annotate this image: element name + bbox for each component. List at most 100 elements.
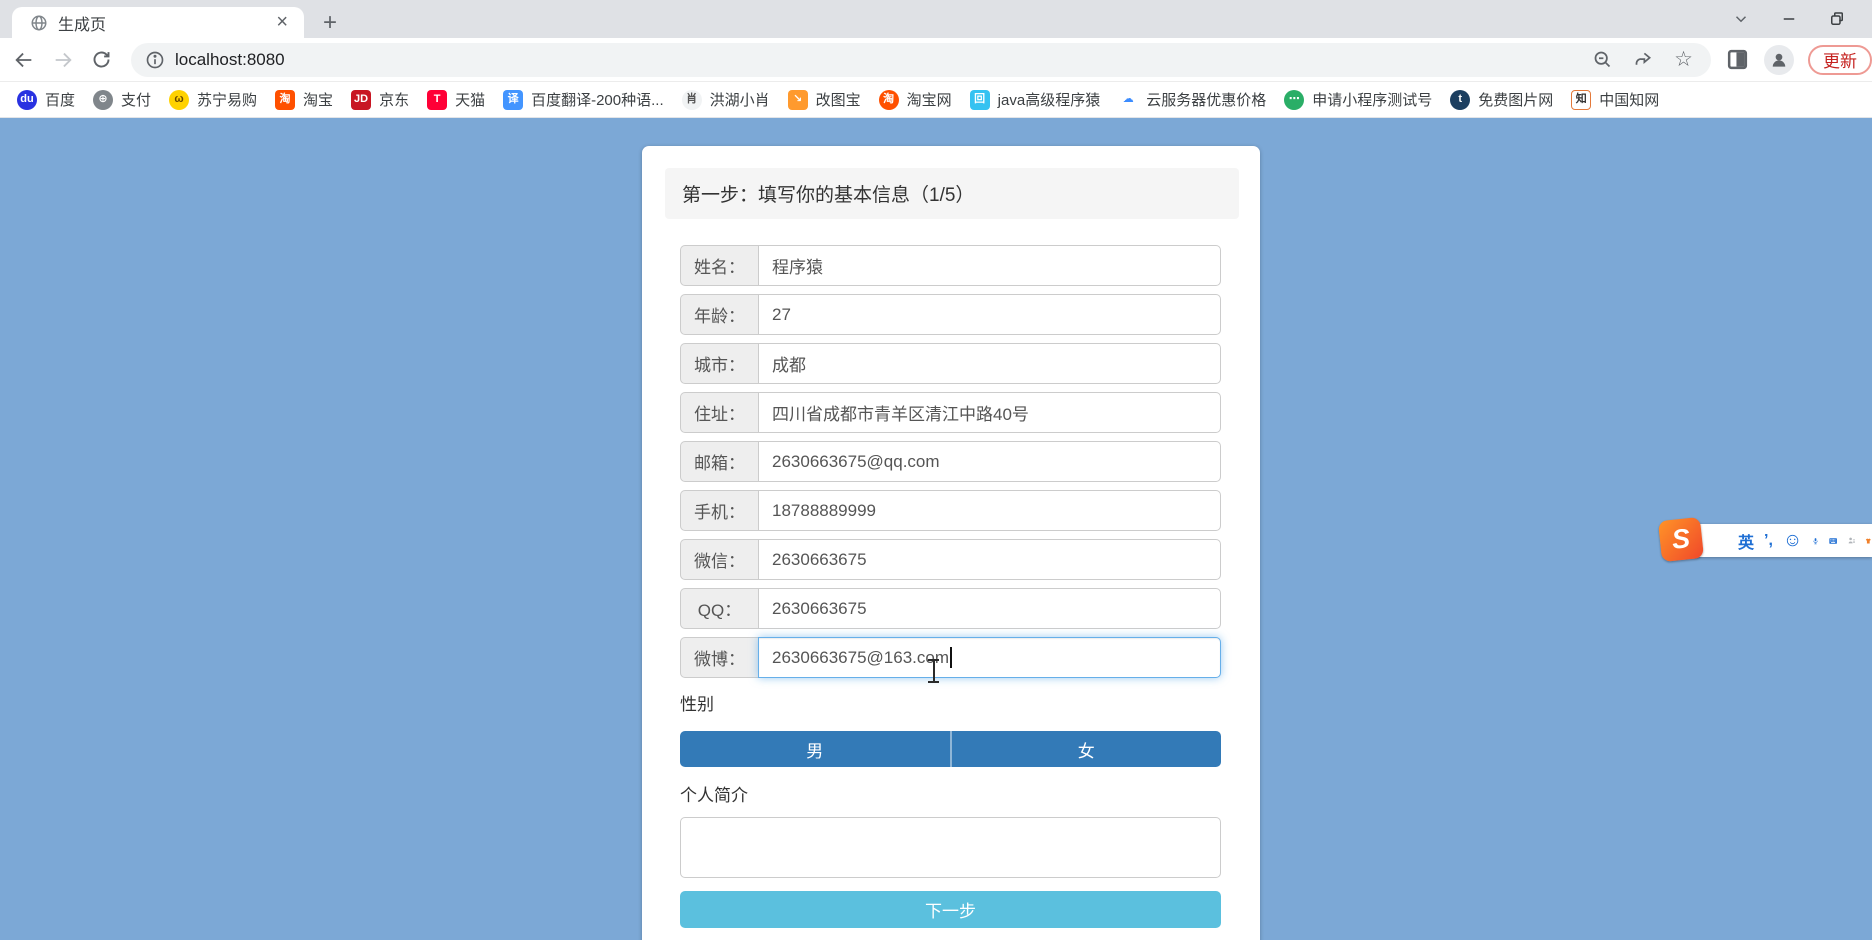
gender-label: 性别 xyxy=(680,695,714,714)
person-icon xyxy=(1772,53,1786,67)
field-label: 微信： xyxy=(680,539,758,580)
ime-emoji-icon[interactable]: ☺ xyxy=(1783,530,1802,552)
forward-button[interactable] xyxy=(47,43,78,77)
bookmark-item[interactable]: 肖 洪湖小肖 xyxy=(673,86,779,113)
field-input[interactable]: 程序猿 xyxy=(758,245,1221,286)
update-chrome-button[interactable]: 更新 xyxy=(1808,44,1872,75)
bookmark-item[interactable]: ⊕ 支付 xyxy=(84,86,160,113)
ime-skin-icon[interactable] xyxy=(1865,532,1872,550)
field-input[interactable]: 2630663675 xyxy=(758,539,1221,580)
bookmark-item[interactable]: ☁ 云服务器优惠价格 xyxy=(1109,86,1275,113)
bookmark-label: 淘宝 xyxy=(303,92,334,109)
bookmark-item[interactable]: ω 苏宁易购 xyxy=(160,86,266,113)
bookmark-favicon: 淘 xyxy=(878,89,899,110)
reload-button[interactable] xyxy=(86,43,117,77)
gender-option-button[interactable]: 男 xyxy=(680,731,950,767)
ime-punctuation-icon[interactable]: ’, xyxy=(1764,532,1773,550)
field-input[interactable]: 四川省成都市青羊区清江中路40号 xyxy=(758,392,1221,433)
ime-language-mode[interactable]: 英 xyxy=(1738,529,1754,553)
gender-option-button[interactable]: 女 xyxy=(949,731,1221,767)
bookmark-item[interactable]: 淘 淘宝网 xyxy=(870,86,961,113)
bookmark-label: 洪湖小肖 xyxy=(709,92,770,109)
bookmark-item[interactable]: ↘ 改图宝 xyxy=(779,86,870,113)
bookmark-label: 中国知网 xyxy=(1599,92,1660,109)
tab-search-chevron-icon[interactable] xyxy=(1732,10,1750,28)
bookmark-favicon: 译 xyxy=(503,89,524,110)
bio-textarea[interactable] xyxy=(680,817,1221,878)
share-icon[interactable] xyxy=(1633,49,1654,70)
bookmark-favicon: ⊕ xyxy=(93,89,114,110)
form-field-row: 城市： 成都 xyxy=(680,343,1221,384)
bookmark-favicon: ⋯ xyxy=(1284,89,1305,110)
back-arrow-icon xyxy=(14,52,31,67)
bookmark-label: 申请小程序测试号 xyxy=(1312,92,1433,109)
ime-account-icon[interactable] xyxy=(1848,532,1856,549)
field-input[interactable]: 2630663675 xyxy=(758,588,1221,629)
bookmark-item[interactable]: 译 百度翻译-200种语... xyxy=(494,86,673,113)
bookmark-item[interactable]: T 天猫 xyxy=(418,86,494,113)
field-value: 18788889999 xyxy=(772,500,877,520)
bookmark-item[interactable]: 淘 淘宝 xyxy=(266,86,342,113)
bookmark-item[interactable]: JD 京东 xyxy=(342,86,418,113)
new-tab-button[interactable]: + xyxy=(316,9,344,37)
bookmark-item[interactable]: ⋯ 申请小程序测试号 xyxy=(1275,86,1441,113)
form-card: 第一步：填写你的基本信息（1/5） 姓名： 程序猿 年龄： 27 城市： 成都 … xyxy=(642,146,1260,940)
bookmark-label: java高级程序猿 xyxy=(997,92,1101,109)
ime-toolbar: S 英 ’, ☺ xyxy=(1657,516,1872,563)
field-value: 2630663675 xyxy=(772,598,867,618)
field-label: 手机： xyxy=(680,490,758,531)
form-field-row: 手机： 18788889999 xyxy=(680,490,1221,531)
browser-tab[interactable]: 生成页 × xyxy=(12,7,304,38)
field-value: 成都 xyxy=(772,356,806,375)
bookmark-favicon: ☁ xyxy=(1118,89,1139,110)
back-button[interactable] xyxy=(8,43,39,77)
field-label: 邮箱： xyxy=(680,441,758,482)
form-field-row: 邮箱： 2630663675@qq.com xyxy=(680,441,1221,482)
field-value: 程序猿 xyxy=(772,258,823,277)
field-input[interactable]: 2630663675@163.com xyxy=(758,637,1221,678)
bookmark-label: 天猫 xyxy=(455,92,486,109)
bookmark-favicon: 肖 xyxy=(681,89,702,110)
ime-microphone-icon[interactable] xyxy=(1812,532,1819,550)
address-url[interactable]: localhost:8080 xyxy=(175,50,1592,70)
zoom-out-icon[interactable] xyxy=(1592,49,1613,70)
sogou-logo-icon[interactable]: S xyxy=(1657,516,1705,563)
bookmark-label: 云服务器优惠价格 xyxy=(1146,92,1267,109)
field-input[interactable]: 18788889999 xyxy=(758,490,1221,531)
bookmark-item[interactable]: 知 中国知网 xyxy=(1562,86,1668,113)
site-info-icon[interactable] xyxy=(141,46,169,74)
page-content: 第一步：填写你的基本信息（1/5） 姓名： 程序猿 年龄： 27 城市： 成都 … xyxy=(0,118,1872,940)
tab-strip: 生成页 × + xyxy=(0,0,1872,38)
bookmark-item[interactable]: 回 java高级程序猿 xyxy=(961,86,1110,113)
reload-icon xyxy=(93,51,110,68)
bookmark-label: 京东 xyxy=(379,92,410,109)
field-input[interactable]: 成都 xyxy=(758,343,1221,384)
restore-window-icon[interactable] xyxy=(1828,10,1846,28)
profile-avatar[interactable] xyxy=(1764,44,1794,75)
side-panel-icon[interactable] xyxy=(1725,47,1750,72)
field-input[interactable]: 2630663675@qq.com xyxy=(758,441,1221,482)
bio-label: 个人简介 xyxy=(680,786,748,805)
bookmark-item[interactable]: t 免费图片网 xyxy=(1441,86,1562,113)
bookmark-label: 支付 xyxy=(121,92,152,109)
field-label: 微博： xyxy=(680,637,758,678)
bookmark-label: 苏宁易购 xyxy=(197,92,258,109)
field-value: 2630663675@qq.com xyxy=(772,451,940,471)
field-input[interactable]: 27 xyxy=(758,294,1221,335)
ime-keyboard-icon[interactable] xyxy=(1829,533,1838,549)
bookmark-star-icon[interactable]: ☆ xyxy=(1674,49,1693,70)
minimize-window-icon[interactable] xyxy=(1780,10,1798,28)
close-tab-icon[interactable]: × xyxy=(270,11,294,34)
bookmark-item[interactable]: du 百度 xyxy=(8,86,84,113)
text-caret xyxy=(950,647,952,668)
next-button[interactable]: 下一步 xyxy=(680,891,1221,928)
bookmark-favicon: 淘 xyxy=(275,89,296,110)
bookmark-favicon: T xyxy=(427,89,448,110)
address-bar[interactable]: localhost:8080 ☆ xyxy=(131,42,1711,77)
browser-toolbar: localhost:8080 ☆ 更新 xyxy=(0,38,1872,82)
form-field-row: 住址： 四川省成都市青羊区清江中路40号 xyxy=(680,392,1221,433)
mouse-ibeam-cursor xyxy=(927,658,940,684)
bookmarks-bar: du 百度 ⊕ 支付 ω 苏宁易购 淘 淘宝 JD 京东 T 天猫 译 百度翻译… xyxy=(0,82,1872,118)
forward-arrow-icon xyxy=(55,52,72,67)
form-field-row: 微博： 2630663675@163.com xyxy=(680,637,1221,678)
